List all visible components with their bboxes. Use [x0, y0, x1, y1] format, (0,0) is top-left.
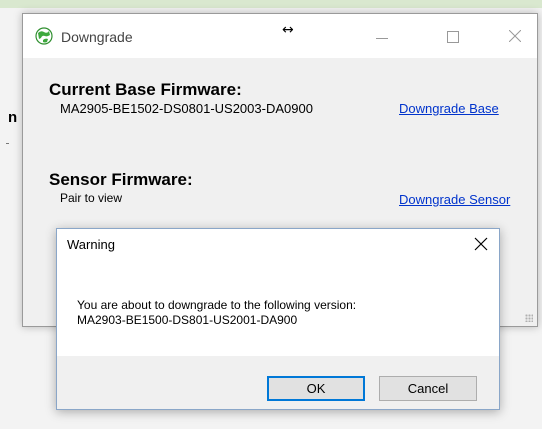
resize-cursor-icon: ↔: [282, 22, 294, 38]
dialog-target-version: MA2903-BE1500-DS801-US2001-DA900: [77, 313, 298, 327]
close-icon: [474, 237, 488, 251]
resize-grip[interactable]: [525, 314, 533, 322]
dialog-title: Warning: [67, 237, 115, 252]
sensor-firmware-heading: Sensor Firmware:: [49, 170, 193, 189]
minimize-button[interactable]: [360, 14, 406, 58]
downgrade-base-link[interactable]: Downgrade Base: [399, 101, 499, 116]
cancel-button[interactable]: Cancel: [379, 376, 477, 401]
dialog-body: You are about to downgrade to the follow…: [57, 260, 499, 356]
dialog-message: You are about to downgrade to the follow…: [77, 298, 357, 312]
maximize-button[interactable]: [431, 14, 477, 58]
base-firmware-version: MA2905-BE1502-DS0801-US2003-DA0900: [60, 101, 313, 116]
base-firmware-heading: Current Base Firmware:: [49, 80, 242, 99]
ok-button[interactable]: OK: [267, 376, 365, 401]
dialog-close-button[interactable]: [473, 236, 489, 252]
window-title: Downgrade: [61, 29, 133, 45]
globe-icon: [35, 27, 53, 45]
dialog-titlebar[interactable]: Warning: [57, 229, 499, 260]
background-partial-text: n: [8, 109, 18, 126]
warning-dialog: Warning You are about to downgrade to th…: [56, 228, 500, 410]
window-close-button[interactable]: [493, 14, 539, 58]
background-app-strip: [0, 0, 542, 8]
window-titlebar[interactable]: Downgrade ↔: [23, 14, 537, 58]
close-icon: [509, 30, 521, 42]
background-mark: [6, 143, 9, 144]
downgrade-sensor-link[interactable]: Downgrade Sensor: [399, 192, 510, 207]
sensor-firmware-status: Pair to view: [60, 191, 123, 205]
